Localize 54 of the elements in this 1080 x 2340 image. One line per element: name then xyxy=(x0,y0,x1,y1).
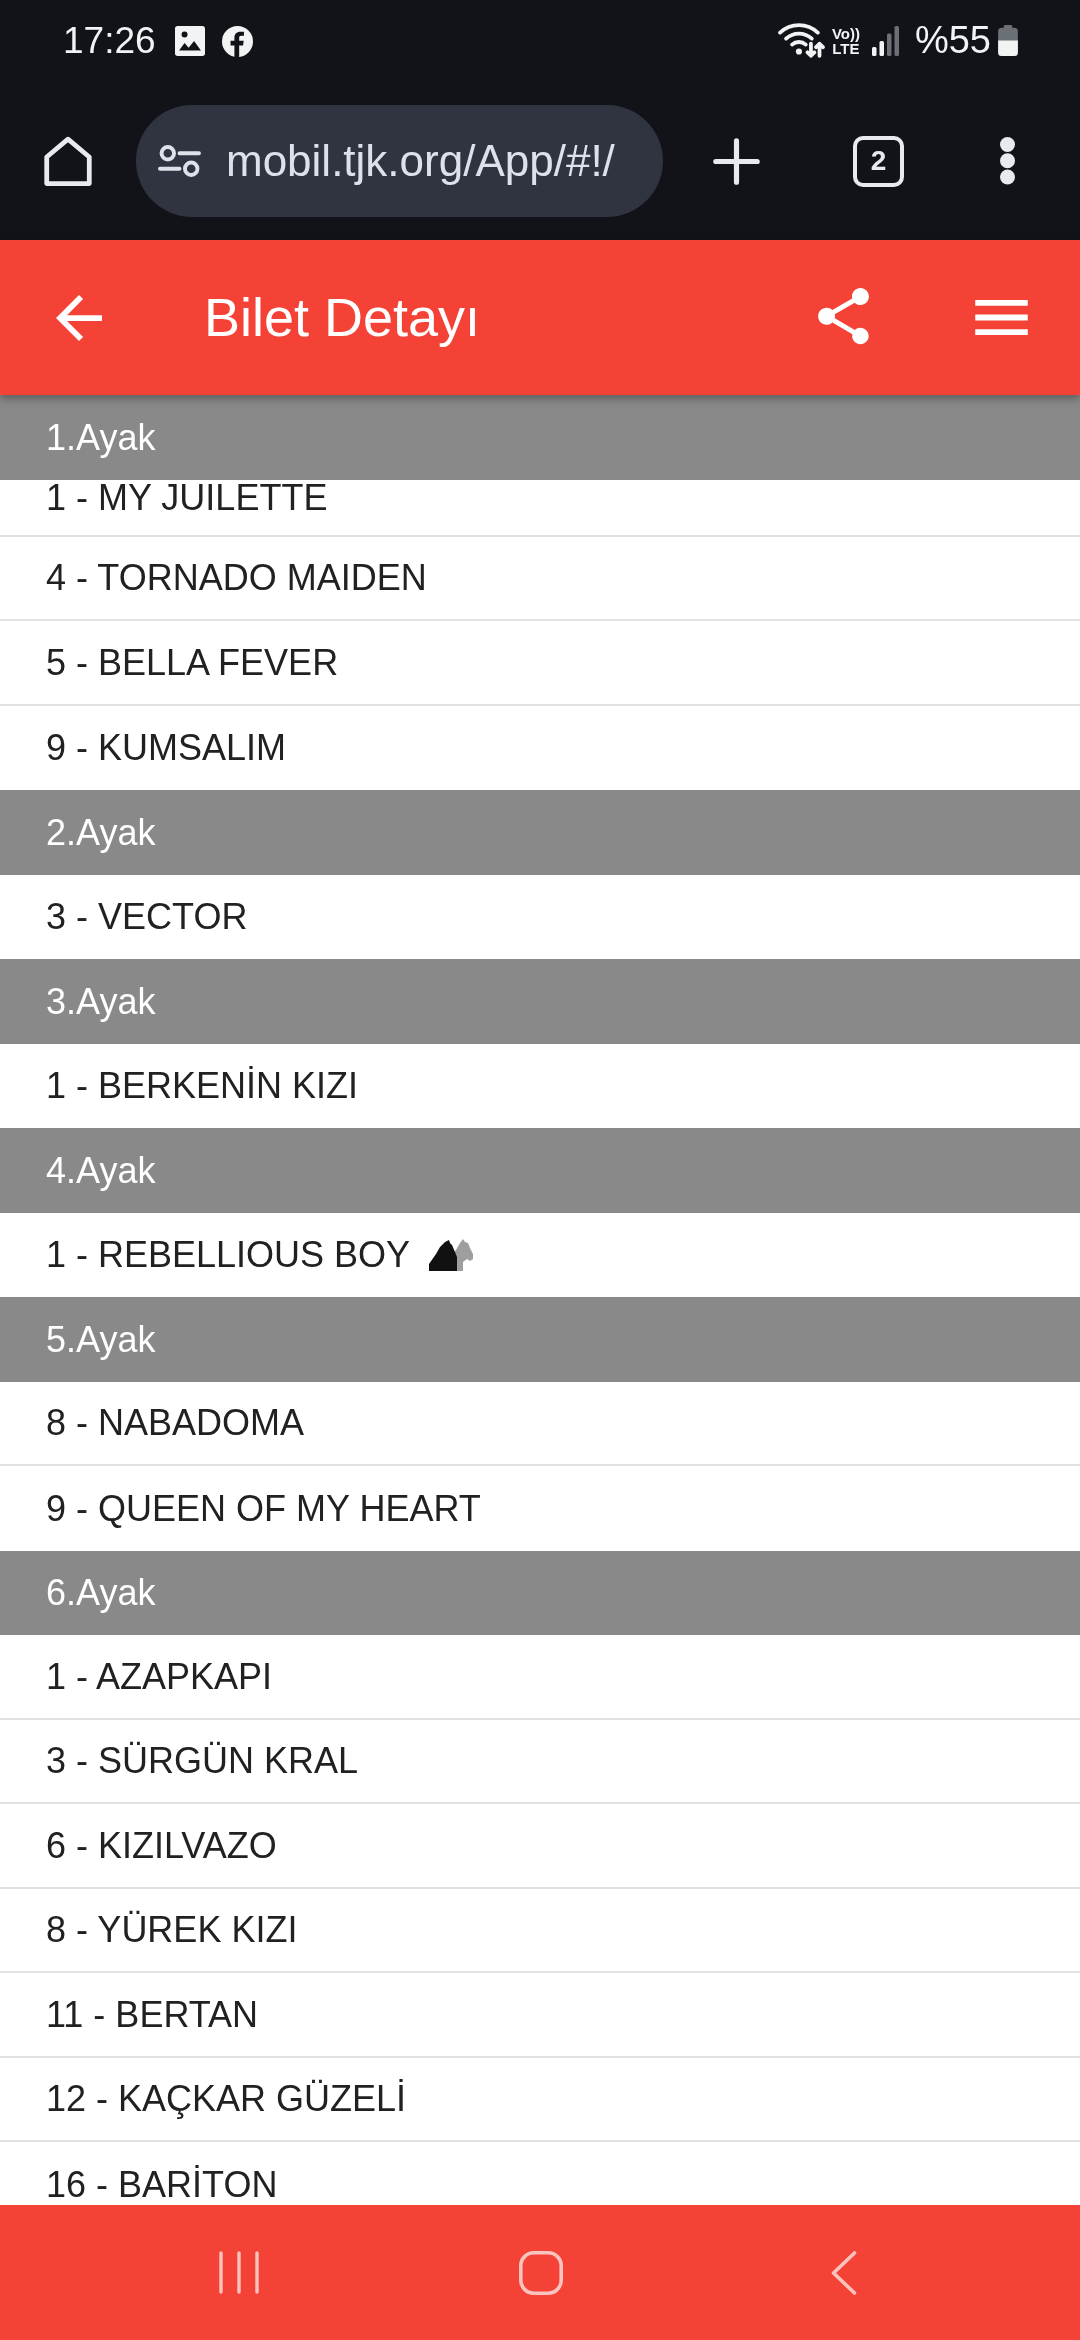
horse-heads-icon xyxy=(428,1238,474,1272)
horse-entry: 11 - BERTAN xyxy=(46,1992,259,2036)
home-icon xyxy=(43,136,93,186)
more-button[interactable] xyxy=(1000,137,1015,185)
share-icon xyxy=(818,288,869,347)
back-button[interactable] xyxy=(56,294,102,341)
address-bar[interactable]: mobil.tjk.org/App/#!/ xyxy=(136,105,663,217)
horse-entry: 9 - KUMSALIM xyxy=(46,726,287,770)
leg-header: 6.Ayak xyxy=(0,1550,1080,1635)
status-time: 17:26 xyxy=(63,20,156,62)
menu-icon xyxy=(975,300,1028,335)
horse-entry: 16 - BARİTON xyxy=(46,2162,278,2205)
f-logo-icon xyxy=(221,25,253,57)
leg-header: 4.Ayak xyxy=(0,1128,1080,1213)
horse-entry: 1 - AZAPKAPI xyxy=(46,1654,273,1698)
more-icon xyxy=(1000,137,1015,185)
horse-entry: 8 - YÜREK KIZI xyxy=(46,1908,298,1952)
url-text: mobil.tjk.org/App/#!/ xyxy=(226,134,615,187)
horse-entry: 12 - KAÇKAR GÜZELİ xyxy=(46,2077,407,2121)
new-tab-button[interactable] xyxy=(713,137,760,185)
tab-switcher-button[interactable]: 2 xyxy=(853,135,904,187)
home-button[interactable] xyxy=(43,136,93,186)
network-type-label: Vo)) xyxy=(831,26,860,41)
recent-apps-icon xyxy=(219,2251,259,2294)
leg-header: 5.Ayak xyxy=(0,1297,1080,1382)
tune-icon xyxy=(158,145,201,177)
horse-entry: 6 - KIZILVAZO xyxy=(46,1823,277,1867)
back-arrow-icon xyxy=(56,294,102,341)
image-icon xyxy=(174,26,205,56)
network-type-label: LTE xyxy=(832,41,860,56)
horse-entry: 8 - NABADOMA xyxy=(46,1401,305,1445)
leg-header: 3.Ayak xyxy=(0,959,1080,1044)
leg-header: 1.Ayak xyxy=(0,395,1080,480)
share-button[interactable] xyxy=(818,288,869,347)
wifi-icon xyxy=(777,23,825,59)
leg-header: 2.Ayak xyxy=(0,790,1080,875)
battery-percent: %55 xyxy=(914,20,991,62)
signal-icon xyxy=(871,26,899,56)
horse-entry: 4 - TORNADO MAIDEN xyxy=(46,556,427,600)
horse-entry: 9 - QUEEN OF MY HEART xyxy=(46,1486,481,1530)
horse-entry: 3 - VECTOR xyxy=(46,895,248,939)
back-button[interactable] xyxy=(831,2250,857,2295)
recent-apps-button[interactable] xyxy=(219,2251,259,2294)
menu-button[interactable] xyxy=(975,300,1028,335)
page-title: Bilet Detayı xyxy=(204,286,481,350)
plus-icon xyxy=(713,137,760,185)
horse-entry: 1 - MY JUILETTE xyxy=(46,479,328,516)
home-icon xyxy=(519,2250,563,2295)
horse-entry: 5 - BELLA FEVER xyxy=(46,640,339,684)
horse-entry: 3 - SÜRGÜN KRAL xyxy=(46,1739,359,1783)
battery-icon xyxy=(998,25,1018,57)
horse-entry: 1 - REBELLIOUS BOY xyxy=(46,1233,411,1277)
back-chevron-icon xyxy=(831,2250,857,2295)
horse-entry: 1 - BERKENİN KIZI xyxy=(46,1064,359,1108)
